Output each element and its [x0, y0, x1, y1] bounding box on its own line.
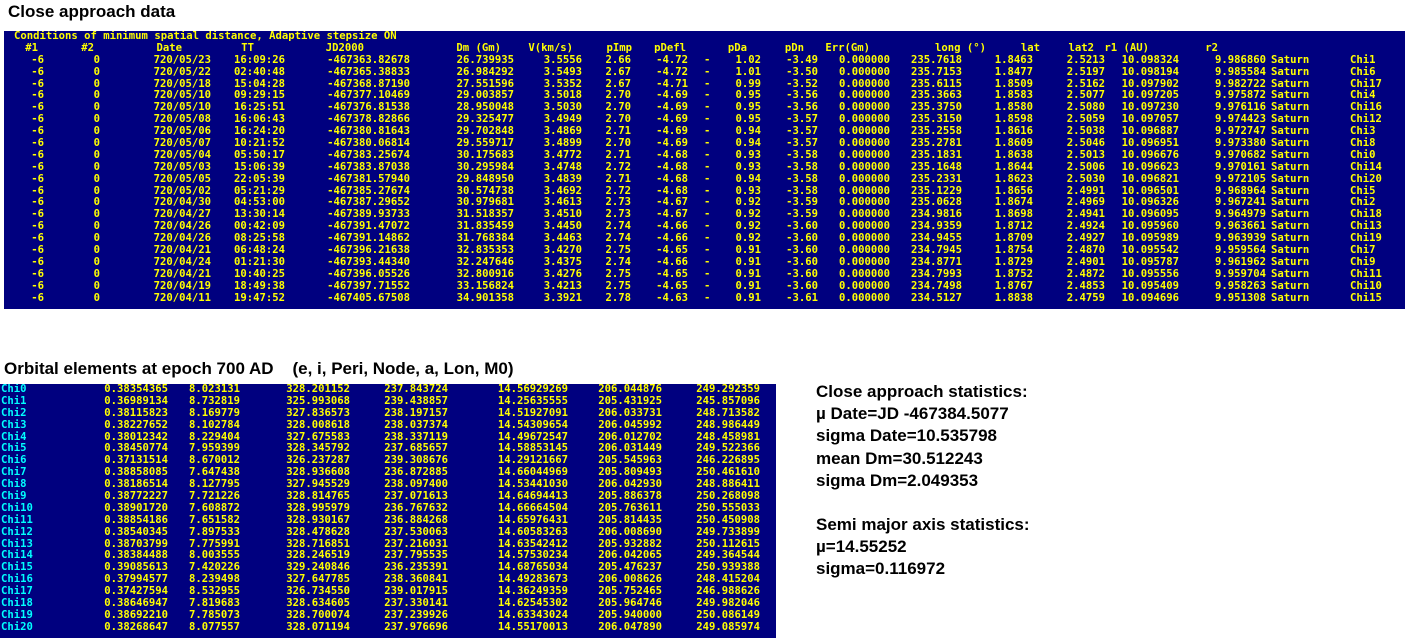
table-body: Chi0 0.38354365 8.023131 328.201152 237.8437… [0, 384, 776, 634]
sigma-a: sigma=0.116972 [816, 559, 946, 579]
table-cell: Saturn [1271, 279, 1310, 292]
table-cell: Saturn [1271, 291, 1310, 304]
table-cell: 9.951308 [1214, 291, 1266, 304]
table-cell: 249.733899 [696, 525, 760, 538]
column-header: r2 [1205, 41, 1218, 54]
table-cell: Saturn [1271, 160, 1310, 173]
table-cell: 248.986449 [696, 418, 760, 431]
mu-a: µ=14.55252 [816, 537, 907, 557]
sigma-dm: sigma Dm=2.049353 [816, 470, 979, 490]
table-cell: 250.450908 [696, 513, 760, 526]
statistics-panel: Close approach statistics: µ Date=JD -46… [816, 381, 1030, 581]
table-cell: 9.985584 [1214, 65, 1266, 78]
table-row: -6 0 720/05/22 02:40:48 -467365.38833 26.9842… [4, 65, 1405, 79]
table-row: -6 0 720/05/23 16:09:26 -467363.82678 26.7399… [4, 53, 1405, 67]
table-cell: Chi1 [1350, 53, 1376, 66]
close-approach-title: Close approach data [8, 2, 176, 21]
table-row: Chi1 0.36989134 8.732819 325.993068 239.4388… [0, 394, 776, 408]
table-cell: Saturn [1271, 53, 1310, 66]
table-cell: 9.986860 [1214, 53, 1266, 66]
orbital-elements-title: Orbital elements at epoch 700 AD (e, i, … [4, 359, 514, 378]
table-cell: Chi20 [1350, 172, 1382, 185]
orbital-elements-table[interactable]: Chi0 0.38354365 8.023131 328.201152 237.8437… [0, 384, 776, 638]
table-cell: 9.958263 [1214, 279, 1266, 292]
table-row: Chi10 0.38901720 7.608872 328.995979 236.767… [0, 502, 776, 515]
table-cell: Chi10 [1350, 279, 1382, 292]
table-body: -6 0 720/05/23 16:09:26 -467363.82678 26.7399… [4, 53, 1405, 305]
table-cell: 9.959704 [1214, 267, 1266, 280]
table-row: Chi12 0.38540345 7.897533 328.478628 237.530… [0, 525, 776, 539]
table-cell: Chi15 [1350, 291, 1382, 304]
table-row: -6 0 720/05/03 15:06:39 -467383.87038 30.2959… [4, 160, 1405, 174]
table-cell: 245.857096 [696, 394, 760, 407]
table-cell: 249.085974 [696, 620, 760, 633]
table-row: -6 0 720/04/19 18:49:38 -467397.71552 33.1568… [4, 279, 1405, 293]
table-cell: 9.970161 [1214, 160, 1266, 173]
table-header: #1 #2 Date TT JD2000 Dm (Gm) V(km/s) pImp pDefl p… [4, 41, 1405, 55]
table-cell: Saturn [1271, 65, 1310, 78]
semi-major-axis-stats-title: Semi major axis statistics: [816, 515, 1030, 535]
table-cell: Chi6 [1350, 65, 1376, 78]
table-row: Chi3 0.38227652 8.102784 328.008618 238.0373… [0, 418, 776, 432]
close-approach-table[interactable]: Conditions of minimum spatial distance, … [4, 31, 1405, 309]
table-cell: 248.713582 [696, 406, 760, 419]
table-row: -6 0 720/05/04 05:50:17 -467383.25674 30.1756… [4, 149, 1405, 162]
close-approach-stats-title: Close approach statistics: [816, 382, 1028, 401]
table-caption-line: Conditions of minimum spatial distance, … [4, 31, 1405, 43]
table-row: -6 0 720/05/05 22:05:39 -467381.57940 29.8489… [4, 172, 1405, 186]
sigma-date: sigma Date=10.535798 [816, 426, 997, 446]
table-cell: Saturn [1271, 267, 1310, 280]
table-row: Chi20 0.38268647 8.077557 328.071194 237.976… [0, 620, 776, 634]
table-row: -6 0 720/04/11 19:47:52 -467405.67508 34.9013… [4, 291, 1405, 305]
table-row: Chi2 0.38115823 8.169779 327.836573 238.1971… [0, 406, 776, 420]
table-row: Chi11 0.38854186 7.651582 328.930167 236.884… [0, 513, 776, 527]
mean-dm: mean Dm=30.512243 [816, 448, 983, 468]
table-row: -6 0 720/04/21 10:40:25 -467396.05526 32.8009… [4, 267, 1405, 281]
table-cell: Saturn [1271, 172, 1310, 185]
mu-date: µ Date=JD -467384.5077 [816, 404, 1009, 424]
table-cell: Chi14 [1350, 160, 1382, 173]
table-cell: Chi11 [1350, 267, 1382, 280]
table-cell: 9.972105 [1214, 172, 1266, 185]
